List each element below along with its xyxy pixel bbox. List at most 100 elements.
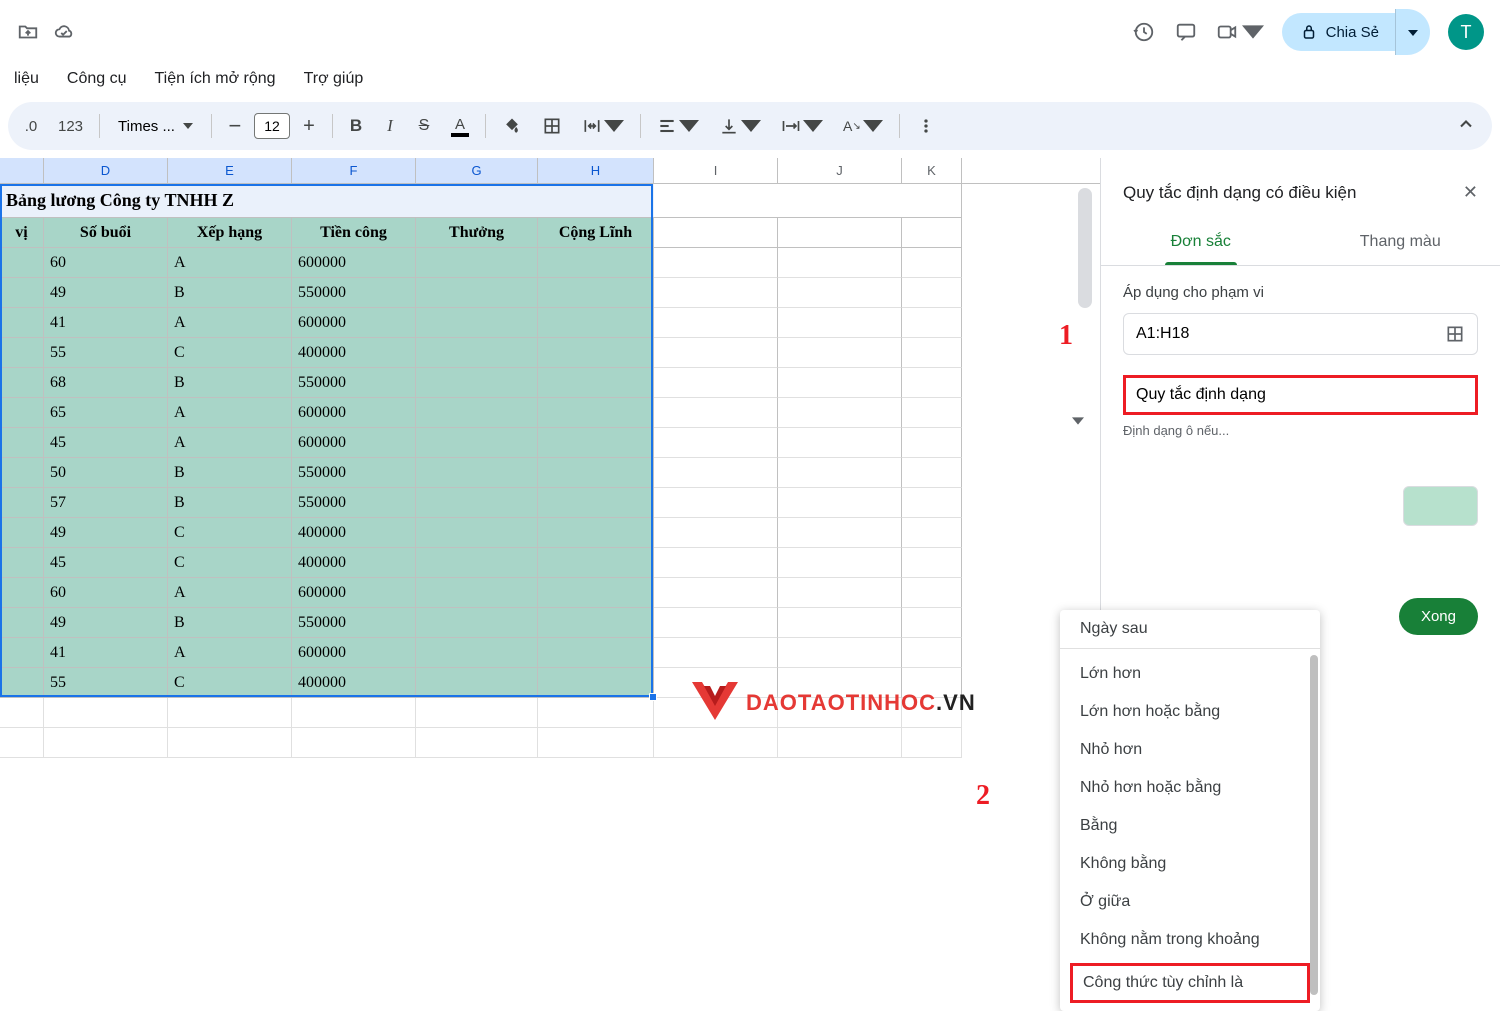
cell[interactable]: Thưởng: [416, 218, 538, 248]
move-to-folder-icon[interactable]: [16, 20, 40, 44]
cell[interactable]: [654, 578, 778, 608]
cell[interactable]: [538, 338, 654, 368]
decimal-icon[interactable]: .0: [16, 110, 46, 142]
dropdown-caret-icon[interactable]: [1072, 412, 1084, 430]
cell[interactable]: [0, 248, 44, 278]
merge-button[interactable]: [574, 110, 632, 142]
dropdown-item[interactable]: Lớn hơn hoặc bằng: [1060, 693, 1320, 731]
cell[interactable]: [902, 248, 962, 278]
cell[interactable]: [902, 278, 962, 308]
cell[interactable]: [416, 278, 538, 308]
cell[interactable]: 60: [44, 248, 168, 278]
cell[interactable]: 60: [44, 578, 168, 608]
column-header[interactable]: G: [416, 158, 538, 183]
font-size-increase[interactable]: +: [294, 110, 324, 142]
cell[interactable]: [416, 548, 538, 578]
cell[interactable]: [902, 638, 962, 668]
cell[interactable]: 400000: [292, 668, 416, 698]
cell[interactable]: [538, 308, 654, 338]
cell[interactable]: [654, 308, 778, 338]
cell[interactable]: [168, 698, 292, 728]
cell[interactable]: [0, 638, 44, 668]
cell[interactable]: [0, 578, 44, 608]
cell[interactable]: [778, 184, 902, 218]
menu-data[interactable]: liệu: [10, 66, 43, 92]
cell[interactable]: [0, 368, 44, 398]
halign-button[interactable]: [649, 110, 707, 142]
cell[interactable]: A: [168, 578, 292, 608]
cell[interactable]: [416, 518, 538, 548]
cell[interactable]: [654, 518, 778, 548]
cell[interactable]: [0, 428, 44, 458]
cell[interactable]: [778, 458, 902, 488]
cell[interactable]: 45: [44, 428, 168, 458]
cell[interactable]: [902, 728, 962, 758]
cell[interactable]: [416, 488, 538, 518]
cell[interactable]: [902, 218, 962, 248]
cloud-status-icon[interactable]: [52, 20, 76, 44]
number-format[interactable]: 123: [50, 110, 91, 142]
cell[interactable]: [778, 308, 902, 338]
cell[interactable]: [902, 518, 962, 548]
cell[interactable]: [778, 428, 902, 458]
cell[interactable]: [902, 398, 962, 428]
cell[interactable]: [168, 728, 292, 758]
column-header[interactable]: [0, 158, 44, 183]
cell[interactable]: 400000: [292, 548, 416, 578]
column-header[interactable]: H: [538, 158, 654, 183]
cell[interactable]: 550000: [292, 608, 416, 638]
text-color-button[interactable]: A: [443, 110, 477, 142]
cell[interactable]: [0, 338, 44, 368]
dropdown-scrollbar[interactable]: [1310, 655, 1318, 995]
cell[interactable]: A: [168, 398, 292, 428]
cell[interactable]: [902, 608, 962, 638]
wrap-button[interactable]: [773, 110, 831, 142]
cell[interactable]: [654, 548, 778, 578]
cell[interactable]: C: [168, 338, 292, 368]
cell[interactable]: [0, 398, 44, 428]
cell[interactable]: [416, 308, 538, 338]
cell[interactable]: [538, 248, 654, 278]
column-header[interactable]: D: [44, 158, 168, 183]
cell[interactable]: 68: [44, 368, 168, 398]
cell[interactable]: [0, 458, 44, 488]
cell[interactable]: [0, 668, 44, 698]
cell[interactable]: 55: [44, 668, 168, 698]
cell[interactable]: Số buổi: [44, 218, 168, 248]
cell[interactable]: [538, 428, 654, 458]
cell[interactable]: A: [168, 248, 292, 278]
cell[interactable]: 49: [44, 608, 168, 638]
menu-help[interactable]: Trợ giúp: [300, 66, 368, 92]
cell[interactable]: 41: [44, 308, 168, 338]
cell[interactable]: [0, 548, 44, 578]
cell[interactable]: [778, 518, 902, 548]
cell[interactable]: [654, 638, 778, 668]
cell[interactable]: [416, 728, 538, 758]
cell[interactable]: [902, 488, 962, 518]
cell[interactable]: [416, 458, 538, 488]
cell[interactable]: [902, 338, 962, 368]
dropdown-item[interactable]: Ở giữa: [1060, 883, 1320, 921]
cell[interactable]: [416, 248, 538, 278]
menu-tools[interactable]: Công cụ: [63, 66, 131, 92]
cell[interactable]: [654, 218, 778, 248]
cell[interactable]: A: [168, 308, 292, 338]
cell[interactable]: 49: [44, 278, 168, 308]
cell[interactable]: [778, 338, 902, 368]
cell[interactable]: C: [168, 668, 292, 698]
spreadsheet-grid[interactable]: DEFGHIJK Bảng lương Công ty TNHH ZvịSố b…: [0, 158, 1100, 888]
column-header[interactable]: J: [778, 158, 902, 183]
cell[interactable]: [902, 578, 962, 608]
cell[interactable]: [778, 488, 902, 518]
cell[interactable]: C: [168, 518, 292, 548]
cell[interactable]: [654, 184, 778, 218]
cell[interactable]: 45: [44, 548, 168, 578]
rotate-button[interactable]: A↘: [835, 110, 891, 142]
cell[interactable]: [902, 458, 962, 488]
dropdown-item[interactable]: Nhỏ hơn hoặc bằng: [1060, 769, 1320, 807]
cell[interactable]: 550000: [292, 458, 416, 488]
column-header[interactable]: E: [168, 158, 292, 183]
share-dropdown[interactable]: [1395, 9, 1430, 55]
column-header[interactable]: F: [292, 158, 416, 183]
cell[interactable]: [778, 638, 902, 668]
